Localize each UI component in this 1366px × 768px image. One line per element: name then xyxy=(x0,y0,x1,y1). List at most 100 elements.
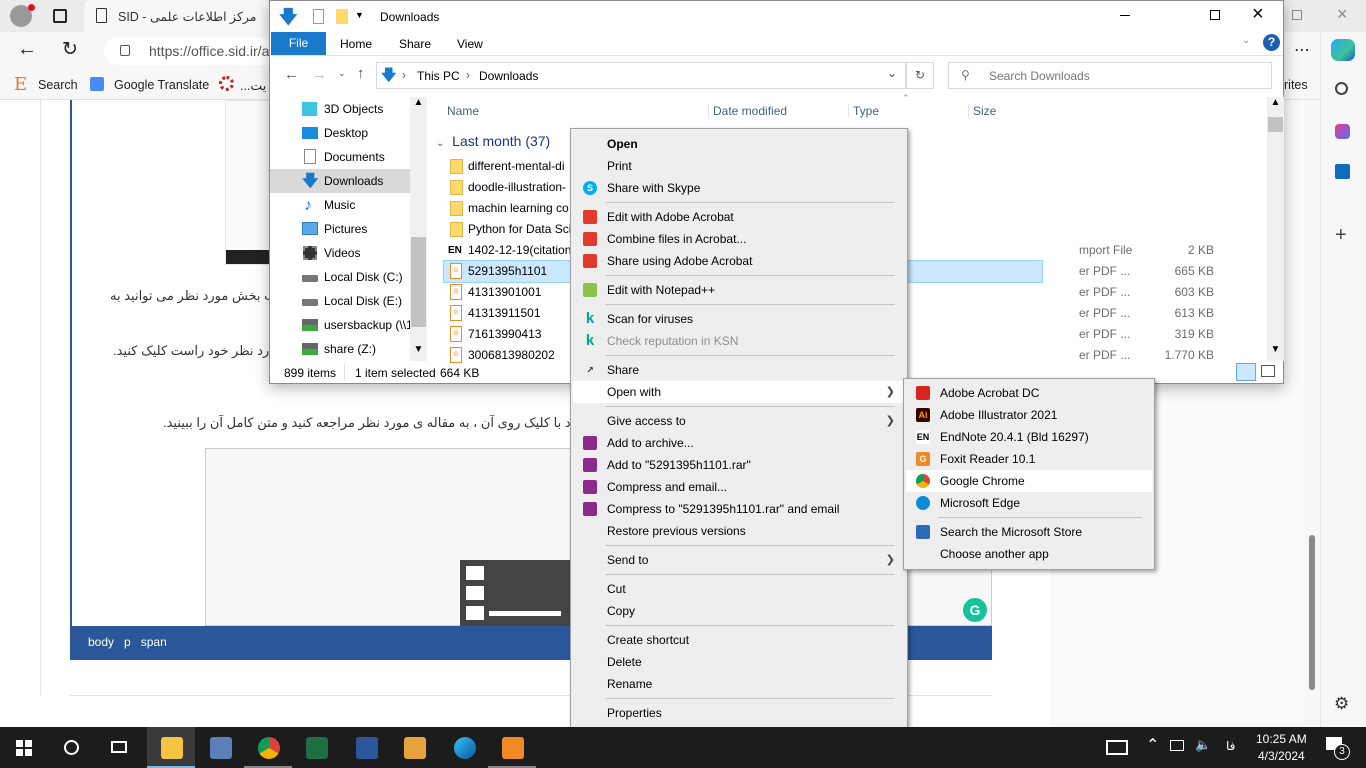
taskbar-remote-desktop[interactable] xyxy=(196,727,244,768)
minimize-button[interactable] xyxy=(1120,15,1130,16)
menu-item-copy[interactable]: Copy xyxy=(573,600,905,622)
properties-icon[interactable] xyxy=(313,9,324,24)
menu-item-send-to[interactable]: Send to ❯ xyxy=(573,549,905,571)
volume-icon[interactable]: 🔈 xyxy=(1195,737,1211,753)
nav-documents[interactable]: Documents xyxy=(270,145,410,169)
menu-item-microsoft-edge[interactable]: Microsoft Edge xyxy=(906,492,1152,514)
outlook-icon[interactable] xyxy=(1335,164,1350,179)
refresh-button[interactable]: ↻ xyxy=(62,38,78,61)
nav-videos[interactable]: Videos xyxy=(270,241,410,265)
help-icon[interactable]: ? xyxy=(1263,34,1280,51)
scrollbar-thumb[interactable] xyxy=(1309,535,1315,690)
breadcrumb-this-pc[interactable]: This PC xyxy=(417,69,460,83)
clock-date[interactable]: 4/3/2024 xyxy=(1258,749,1305,763)
browser-close-icon[interactable]: × xyxy=(1337,4,1348,25)
column-date-modified[interactable]: Date modified xyxy=(708,104,787,118)
menu-item-choose-another-app[interactable]: Choose another app xyxy=(906,543,1152,565)
maximize-button[interactable] xyxy=(1210,10,1220,20)
list-scrollbar[interactable]: ▲ ▼ xyxy=(1267,97,1284,361)
menu-item-search-the-microsoft-store[interactable]: Search the Microsoft Store xyxy=(906,521,1152,543)
taskbar-excel[interactable] xyxy=(292,727,340,768)
menu-item-rename[interactable]: Rename xyxy=(573,673,905,695)
bookmark-3[interactable]: ...یت xyxy=(240,78,266,93)
menu-item-check-reputation-in-ksn[interactable]: k Check reputation in KSN xyxy=(573,330,905,352)
quick-access-dropdown-icon[interactable]: ▼ xyxy=(355,10,364,20)
restore-icon[interactable] xyxy=(1292,10,1302,20)
taskbar-tools[interactable] xyxy=(390,727,438,768)
menu-item-print[interactable]: Print xyxy=(573,155,905,177)
menu-item-properties[interactable]: Properties xyxy=(573,702,905,724)
network-icon[interactable] xyxy=(1170,740,1184,751)
nav-music[interactable]: ♪ Music xyxy=(270,193,410,217)
ribbon-tab-share[interactable]: Share xyxy=(399,37,431,51)
menu-item-restore-previous-versions[interactable]: Restore previous versions xyxy=(573,520,905,542)
menu-item-share-using-adobe-acrobat[interactable]: Share using Adobe Acrobat xyxy=(573,250,905,272)
taskbar-file-explorer[interactable] xyxy=(147,727,195,768)
nav-usersbackup[interactable]: usersbackup (\\1 xyxy=(270,313,410,337)
menu-item-open-with[interactable]: Open with ❯ xyxy=(573,381,905,403)
back-button[interactable]: ← xyxy=(17,38,37,61)
office-icon[interactable] xyxy=(1335,124,1350,139)
column-size[interactable]: Size xyxy=(968,104,996,118)
path-p[interactable]: p xyxy=(124,635,131,649)
menu-item-adobe-acrobat-dc[interactable]: Adobe Acrobat DC xyxy=(906,382,1152,404)
ribbon-tab-home[interactable]: Home xyxy=(340,37,372,51)
taskbar-foxit[interactable] xyxy=(488,727,536,768)
nav-local-disk-c[interactable]: Local Disk (C:) xyxy=(270,265,410,289)
page-scrollbar[interactable] xyxy=(1305,100,1320,727)
clock-time[interactable]: 10:25 AM xyxy=(1256,732,1307,746)
search-button[interactable] xyxy=(48,727,96,768)
bookmark-search[interactable]: Search xyxy=(38,78,78,92)
nav-forward-button[interactable]: → xyxy=(312,66,327,83)
address-bar[interactable]: https://office.sid.ir/a xyxy=(104,37,284,65)
group-header[interactable]: ⌄ Last month (37) xyxy=(436,133,550,149)
close-button[interactable]: × xyxy=(1252,3,1264,26)
favorites-label[interactable]: rites xyxy=(1284,78,1308,92)
menu-item-share-with-skype[interactable]: S Share with Skype xyxy=(573,177,905,199)
bookmark-google-translate[interactable]: Google Translate xyxy=(114,78,209,92)
scrollbar-thumb[interactable] xyxy=(411,237,426,327)
nav-pictures[interactable]: Pictures xyxy=(270,217,410,241)
taskbar-edge[interactable] xyxy=(440,727,488,768)
task-view-button[interactable] xyxy=(96,727,144,768)
menu-item-add-to-archive[interactable]: Add to archive... xyxy=(573,432,905,454)
column-name[interactable]: Name xyxy=(447,104,479,118)
menu-item-give-access-to[interactable]: Give access to ❯ xyxy=(573,410,905,432)
nav-share-z[interactable]: share (Z:) xyxy=(270,337,410,361)
tab-actions-icon[interactable] xyxy=(53,9,67,23)
nav-desktop[interactable]: Desktop xyxy=(270,121,410,145)
menu-item-foxit-reader-10-1[interactable]: G Foxit Reader 10.1 xyxy=(906,448,1152,470)
nav-scrollbar[interactable]: ▲ ▼ xyxy=(410,97,427,361)
path-body[interactable]: body xyxy=(88,635,114,649)
settings-icon[interactable]: ⚙ xyxy=(1334,694,1349,714)
menu-item-scan-for-viruses[interactable]: k Scan for viruses xyxy=(573,308,905,330)
browser-tab-sid[interactable]: SID - مرکز اطلاعات علمی xyxy=(84,0,270,32)
nav-downloads[interactable]: 🡇 Downloads xyxy=(270,169,410,193)
menu-item-google-chrome[interactable]: Google Chrome xyxy=(906,470,1152,492)
menu-item-delete[interactable]: Delete xyxy=(573,651,905,673)
ribbon-tab-file[interactable]: File xyxy=(271,32,326,55)
recent-locations-icon[interactable]: ⌄ xyxy=(338,68,346,79)
column-type[interactable]: Type xyxy=(848,104,879,118)
nav-back-button[interactable]: ← xyxy=(284,66,299,83)
menu-item-edit-with-notepad[interactable]: Edit with Notepad++ xyxy=(573,279,905,301)
menu-item-compress-to-5291395h1101-rar-and-email[interactable]: Compress to "5291395h1101.rar" and email xyxy=(573,498,905,520)
start-button[interactable] xyxy=(0,727,48,768)
breadcrumb-downloads[interactable]: Downloads xyxy=(479,69,538,83)
menu-item-compress-and-email[interactable]: Compress and email... xyxy=(573,476,905,498)
menu-item-adobe-illustrator-2021[interactable]: Ai Adobe Illustrator 2021 xyxy=(906,404,1152,426)
address-bar[interactable]: 🡇 › This PC › Downloads ⌄ xyxy=(376,62,906,89)
grammarly-icon[interactable]: G xyxy=(963,598,987,622)
copilot-icon[interactable] xyxy=(1331,39,1355,61)
nav-local-disk-e[interactable]: Local Disk (E:) xyxy=(270,289,410,313)
search-icon[interactable] xyxy=(1335,82,1348,95)
path-span[interactable]: span xyxy=(141,635,167,649)
menu-item-endnote-20-4-1-bld-16297[interactable]: EN EndNote 20.4.1 (Bld 16297) xyxy=(906,426,1152,448)
refresh-button[interactable]: ↻ xyxy=(906,62,934,89)
show-hidden-icons[interactable]: ⌃ xyxy=(1146,735,1159,755)
ribbon-tab-view[interactable]: View xyxy=(457,37,483,51)
menu-item-cut[interactable]: Cut xyxy=(573,578,905,600)
menu-item-edit-with-adobe-acrobat[interactable]: Edit with Adobe Acrobat xyxy=(573,206,905,228)
taskbar-word[interactable] xyxy=(342,727,390,768)
new-folder-icon[interactable] xyxy=(336,9,348,24)
